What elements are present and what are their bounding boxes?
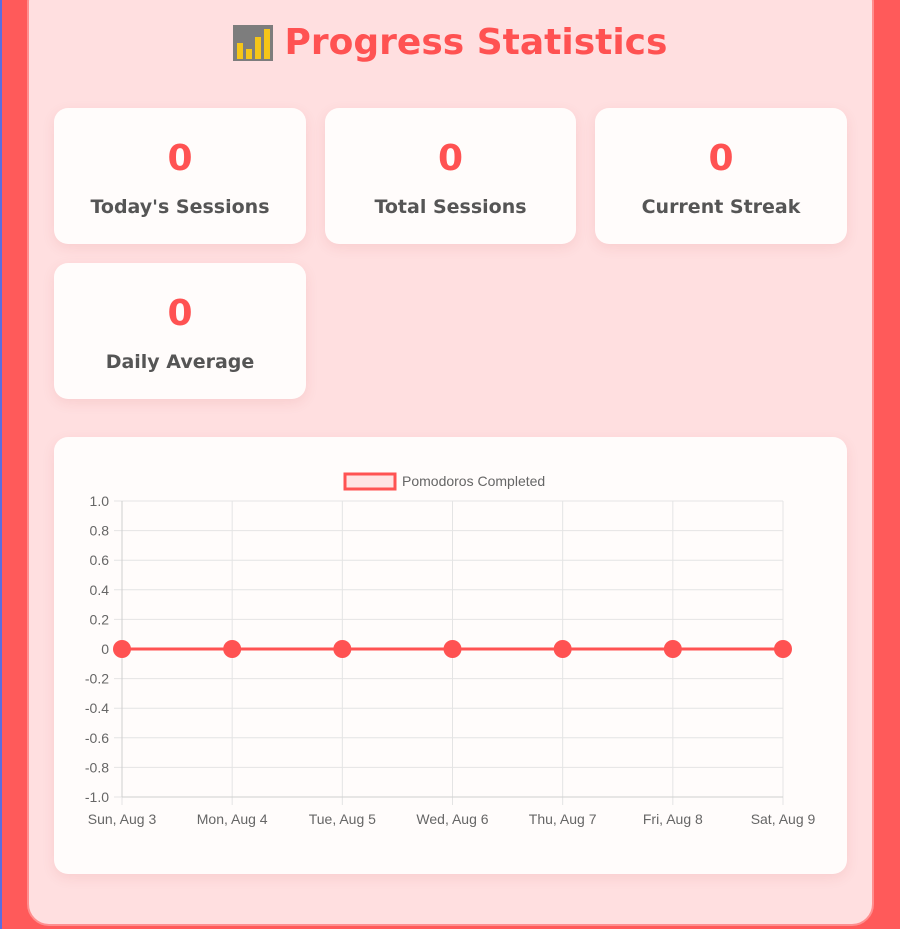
y-tick-label: 1.0 <box>90 493 110 509</box>
y-tick-label: 0.6 <box>90 552 110 568</box>
y-tick-label: 0.8 <box>90 523 110 539</box>
stat-card-total: 0 Total Sessions <box>325 108 576 244</box>
stat-value: 0 <box>437 138 464 179</box>
y-tick-label: -0.4 <box>85 700 109 716</box>
stat-card-streak: 0 Current Streak <box>595 108 847 244</box>
legend-swatch <box>343 472 397 491</box>
y-tick-label: 0.2 <box>90 611 110 627</box>
x-tick-label: Sat, Aug 9 <box>751 811 816 827</box>
legend-label: Pomodoros Completed <box>402 473 545 489</box>
x-tick-label: Mon, Aug 4 <box>197 811 268 827</box>
data-point <box>113 640 131 658</box>
stat-value: 0 <box>167 293 193 334</box>
y-tick-label: -0.8 <box>85 759 109 775</box>
stat-card-today: 0 Today's Sessions <box>54 108 306 244</box>
stat-label: Today's Sessions <box>90 196 270 218</box>
x-tick-label: Wed, Aug 6 <box>416 811 488 827</box>
y-tick-label: 0.4 <box>90 582 110 598</box>
chart-card: 1.0 0.8 0.6 0.4 0.2 0 -0.2 -0.4 -0.6 -0.8 -1.0 Sun,… <box>54 437 847 874</box>
stat-label: Current Streak <box>641 196 801 218</box>
data-point <box>663 640 682 658</box>
progress-line-chart: 1.0 0.8 0.6 0.4 0.2 0 -0.2 -0.4 -0.6 -0.8 -1.0 Sun,… <box>85 472 816 827</box>
stat-value: 0 <box>708 138 734 179</box>
data-point <box>333 640 352 658</box>
y-tick-label: -1.0 <box>85 789 109 805</box>
y-tick-label: -0.6 <box>85 730 109 746</box>
page-title-text: Progress Statistics <box>284 22 668 63</box>
x-tick-label: Tue, Aug 5 <box>309 811 376 827</box>
x-tick-label: Fri, Aug 8 <box>643 811 703 827</box>
data-point <box>553 640 572 658</box>
data-point <box>774 640 792 658</box>
x-tick-label: Sun, Aug 3 <box>88 811 157 827</box>
data-point <box>223 640 242 658</box>
data-point <box>443 640 462 658</box>
y-tick-label: 0 <box>101 641 109 657</box>
stat-value: 0 <box>167 138 193 179</box>
x-tick-label: Thu, Aug 7 <box>529 811 597 827</box>
bar-chart-icon <box>232 24 273 61</box>
y-tick-label: -0.2 <box>85 671 109 687</box>
stat-card-daily-average: 0 Daily Average <box>54 263 306 399</box>
page-title: Progress Statistics <box>0 22 900 63</box>
stat-label: Total Sessions <box>374 196 527 218</box>
window-edge <box>0 0 2 929</box>
stat-label: Daily Average <box>105 351 255 373</box>
